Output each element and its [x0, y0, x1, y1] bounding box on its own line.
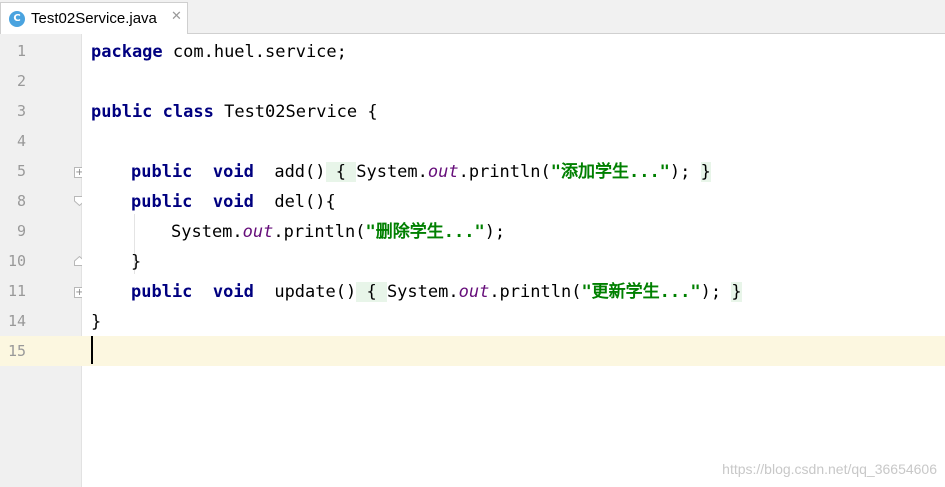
code-line-class-decl: public class Test02Service { — [91, 102, 378, 122]
line-number: 3 — [16, 102, 26, 120]
java-class-icon: C — [9, 11, 25, 27]
line-number: 9 — [16, 222, 26, 240]
text-caret — [91, 336, 93, 364]
current-line-highlight[interactable] — [82, 336, 945, 366]
code-line-class-close: } — [91, 312, 102, 332]
line-number: 5 — [16, 162, 26, 180]
code-line-del-body: System.out.println("删除学生..."); — [171, 222, 506, 242]
code-editor[interactable]: package com.huel.service; public class T… — [82, 34, 945, 487]
line-number: 1 — [16, 42, 26, 60]
line-number-gutter[interactable]: 1 2 3 4 5 8 9 10 11 14 15 + + — [0, 34, 85, 487]
line-number: 2 — [16, 72, 26, 90]
tab-label: Test02Service.java — [31, 10, 157, 27]
line-number: 11 — [7, 282, 26, 300]
editor-tab-bar: C Test02Service.java ✕ — [0, 0, 945, 34]
code-line-package: package com.huel.service; — [91, 42, 347, 62]
code-line-del-close: } — [131, 252, 142, 272]
code-line-add-method: public void add() { System.out.println("… — [131, 162, 711, 182]
line-number: 8 — [16, 192, 26, 210]
tab-test02service[interactable]: C Test02Service.java ✕ — [0, 2, 188, 34]
watermark: https://blog.csdn.net/qq_36654606 — [722, 461, 937, 477]
line-number: 15 — [7, 342, 26, 360]
line-number: 14 — [7, 312, 26, 330]
line-number: 10 — [7, 252, 26, 270]
close-icon[interactable]: ✕ — [171, 9, 182, 24]
code-line-del-method: public void del(){ — [131, 192, 336, 212]
line-number: 4 — [16, 132, 26, 150]
code-line-update-method: public void update() { System.out.printl… — [131, 282, 742, 302]
